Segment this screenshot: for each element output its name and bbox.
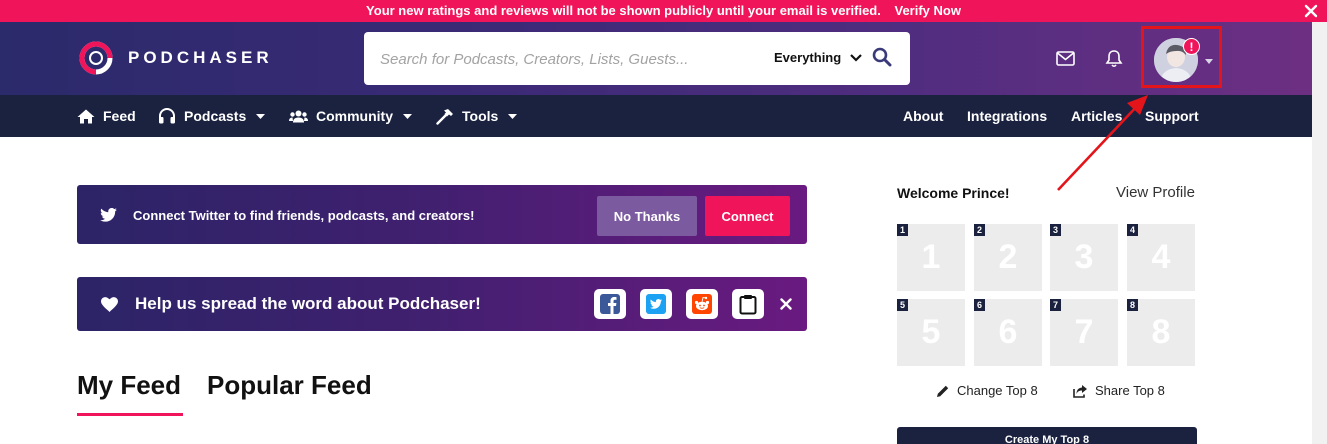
slot-number: 7 — [1074, 313, 1094, 351]
nav-support[interactable]: Support — [1145, 95, 1199, 137]
slot-number-badge: 7 — [1050, 299, 1061, 311]
connect-button[interactable]: Connect — [705, 196, 790, 236]
twitter-connect-card: Connect Twitter to find friends, podcast… — [77, 185, 807, 244]
welcome-heading: Welcome Prince! — [897, 185, 1010, 201]
spread-card-text: Help us spread the word about Podchaser! — [135, 294, 481, 313]
caret-down-icon — [1205, 59, 1213, 64]
top-header: PODCHASER Everything — [0, 22, 1312, 95]
clipboard-icon — [739, 294, 757, 314]
alert-badge: ! — [1183, 38, 1200, 55]
top8-slot[interactable]: 3 3 — [1050, 224, 1118, 291]
heart-icon — [101, 297, 118, 312]
bell-icon[interactable] — [1105, 49, 1123, 68]
nav-feed-label: Feed — [103, 108, 136, 124]
twitter-icon — [100, 208, 117, 222]
slot-number: 6 — [998, 313, 1018, 351]
share-twitter-button[interactable] — [640, 289, 672, 319]
twitter-card-text: Connect Twitter to find friends, podcast… — [133, 208, 475, 223]
slot-number: 5 — [921, 313, 941, 351]
change-top8-button[interactable]: Change Top 8 — [936, 383, 1038, 398]
caret-down-icon — [508, 113, 518, 119]
search-input[interactable] — [380, 46, 740, 72]
slot-number: 3 — [1074, 238, 1094, 276]
nav-podcasts[interactable]: Podcasts — [158, 95, 266, 137]
twitter-icon — [646, 294, 666, 314]
active-tab-indicator — [77, 413, 183, 416]
nav-community-label: Community — [316, 108, 393, 124]
top8-slot[interactable]: 7 7 — [1050, 299, 1118, 366]
logo-text: PODCHASER — [128, 48, 273, 67]
nav-feed[interactable]: Feed — [77, 95, 136, 137]
reddit-icon — [692, 294, 712, 314]
slot-number-badge: 4 — [1127, 224, 1138, 236]
slot-number-badge: 2 — [974, 224, 985, 236]
search-scope-label: Everything — [774, 50, 842, 65]
nav-integrations-label: Integrations — [967, 108, 1048, 124]
top8-slot[interactable]: 1 1 — [897, 224, 965, 291]
top8-slot[interactable]: 2 2 — [974, 224, 1042, 291]
users-icon — [289, 110, 308, 122]
nav-articles-label: Articles — [1071, 108, 1123, 124]
nav-support-label: Support — [1145, 108, 1199, 124]
search-icon[interactable] — [872, 47, 892, 67]
main-nav: Feed Podcasts Community Tools About Inte… — [0, 95, 1312, 137]
nav-community[interactable]: Community — [289, 95, 412, 137]
no-thanks-button[interactable]: No Thanks — [597, 196, 697, 236]
spread-word-card: Help us spread the word about Podchaser! — [77, 277, 807, 331]
hammer-icon — [436, 108, 453, 125]
caret-down-icon — [256, 113, 266, 119]
headphones-icon — [159, 108, 175, 124]
slot-number: 4 — [1151, 238, 1171, 276]
share-reddit-button[interactable] — [686, 289, 718, 319]
slot-number-badge: 8 — [1127, 299, 1138, 311]
verify-now-link[interactable]: Verify Now — [894, 3, 960, 18]
share-top8-label: Share Top 8 — [1095, 383, 1165, 398]
home-icon — [77, 109, 95, 123]
slot-number: 1 — [921, 238, 941, 276]
nav-about-label: About — [903, 108, 944, 124]
search-scope-dropdown[interactable]: Everything — [774, 50, 862, 65]
tab-my-feed[interactable]: My Feed — [77, 370, 181, 401]
nav-about[interactable]: About — [903, 95, 943, 137]
page: Your new ratings and reviews will not be… — [0, 0, 1327, 444]
slot-number-badge: 5 — [897, 299, 908, 311]
copy-link-button[interactable] — [732, 289, 764, 319]
caret-down-icon — [403, 113, 412, 119]
slot-number-badge: 3 — [1050, 224, 1061, 236]
top8-slot[interactable]: 5 5 — [897, 299, 965, 366]
podchaser-logo-icon — [79, 41, 113, 75]
create-top8-button[interactable]: Create My Top 8 — [897, 427, 1197, 444]
nav-tools[interactable]: Tools — [436, 95, 518, 137]
nav-tools-label: Tools — [462, 108, 499, 124]
view-profile-link[interactable]: View Profile — [1116, 184, 1195, 201]
facebook-icon — [600, 294, 620, 314]
share-icon — [1073, 384, 1087, 398]
share-top8-button[interactable]: Share Top 8 — [1073, 383, 1165, 398]
pencil-icon — [937, 385, 949, 397]
nav-articles[interactable]: Articles — [1071, 95, 1122, 137]
nav-podcasts-label: Podcasts — [184, 108, 247, 124]
slot-number: 2 — [998, 238, 1018, 276]
top8-slot[interactable]: 6 6 — [974, 299, 1042, 366]
close-icon[interactable] — [780, 298, 792, 310]
profile-menu-highlight[interactable]: ! — [1141, 26, 1222, 88]
page-scrollbar[interactable] — [1312, 22, 1327, 444]
top8-slot[interactable]: 8 8 — [1127, 299, 1195, 366]
slot-number-badge: 1 — [897, 224, 908, 236]
tab-popular-feed[interactable]: Popular Feed — [207, 370, 372, 401]
email-verification-banner: Your new ratings and reviews will not be… — [0, 0, 1327, 22]
top8-slot[interactable]: 4 4 — [1127, 224, 1195, 291]
chevron-down-icon — [850, 53, 862, 62]
nav-integrations[interactable]: Integrations — [967, 95, 1047, 137]
share-facebook-button[interactable] — [594, 289, 626, 319]
slot-number-badge: 6 — [974, 299, 985, 311]
change-top8-label: Change Top 8 — [957, 383, 1038, 398]
banner-message: Your new ratings and reviews will not be… — [366, 3, 881, 18]
search-box: Everything — [364, 32, 910, 85]
mail-icon[interactable] — [1056, 51, 1075, 66]
close-icon[interactable] — [1303, 3, 1319, 19]
slot-number: 8 — [1151, 313, 1171, 351]
logo[interactable]: PODCHASER — [78, 40, 273, 76]
